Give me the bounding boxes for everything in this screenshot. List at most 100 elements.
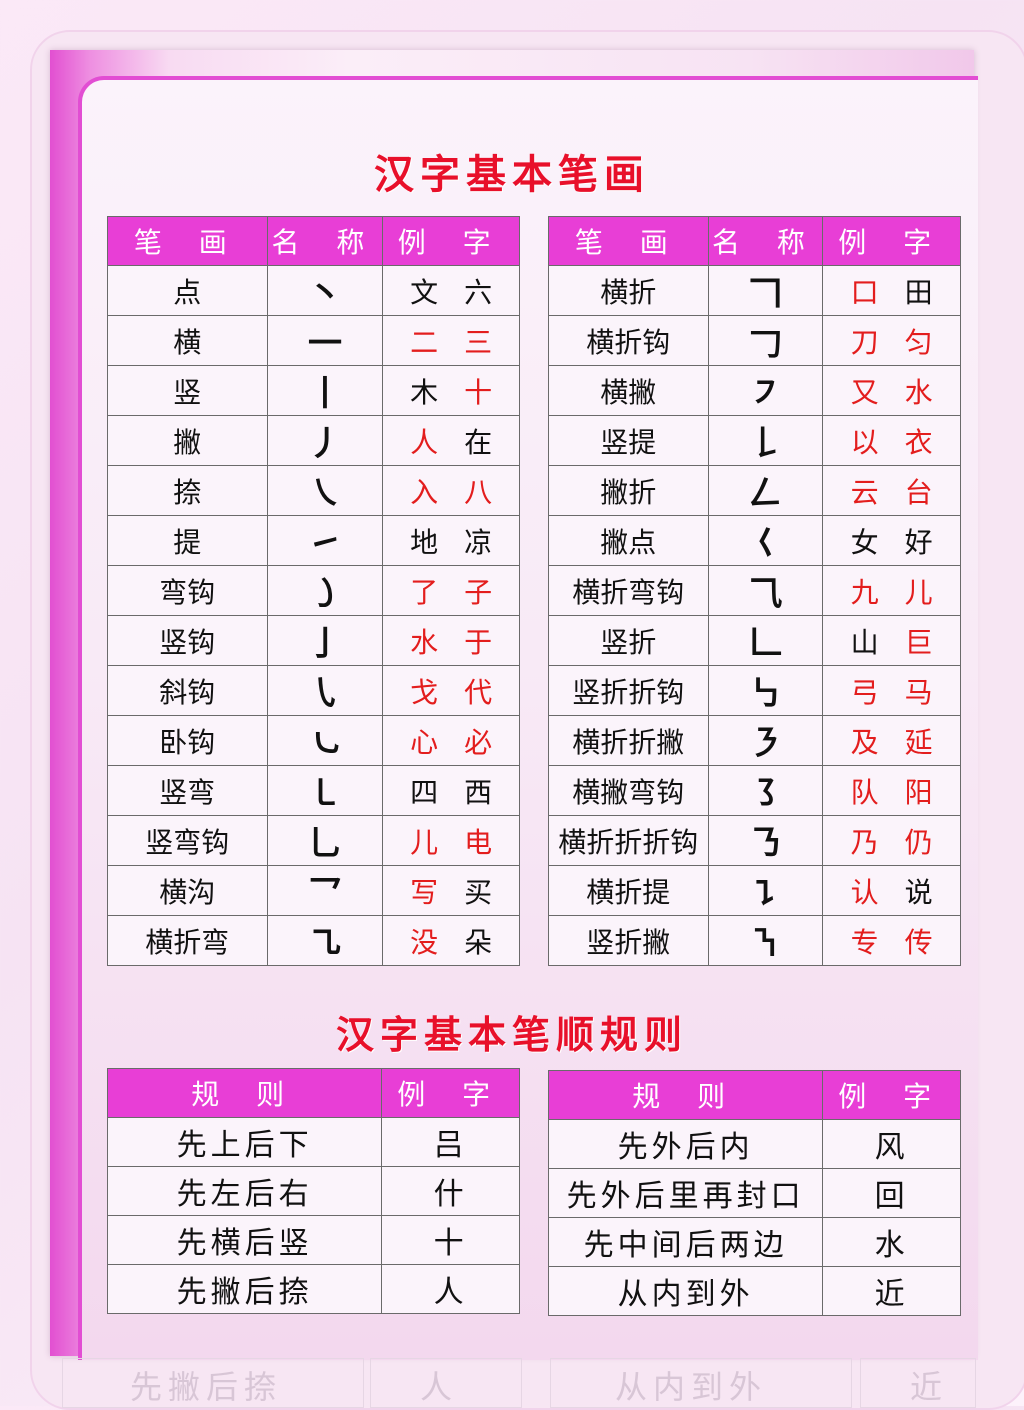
stroke-glyph: ㇂ (266, 665, 384, 716)
example-char: 朵 (464, 925, 493, 959)
example-char: 水 (410, 625, 439, 659)
example-char: 戈 (410, 675, 439, 709)
stroke-glyph: 丨 (266, 365, 384, 416)
stroke-examples: 地凉 (382, 515, 520, 566)
example-char: 及 (850, 725, 879, 759)
example-char: 凉 (464, 525, 493, 559)
table-row: 竖弯钩乚儿电 (107, 815, 520, 866)
example-char: 仍 (904, 825, 933, 859)
stroke-examples: 云台 (822, 465, 961, 516)
example-char: 木 (410, 375, 439, 409)
stroke-name: 竖折折钩 (548, 665, 709, 716)
stroke-name: 竖 (107, 365, 268, 416)
rule-text: 先横后竖 (106, 1215, 383, 1265)
stroke-name: 横撇 (548, 365, 709, 416)
stroke-examples: 山巨 (822, 615, 961, 666)
stroke-glyph: ㇈ (266, 915, 384, 966)
stroke-glyph: ㇡ (707, 815, 824, 866)
stroke-table-header: 笔 画 名 称 例 字 (548, 216, 961, 266)
stroke-examples: 二三 (382, 315, 520, 366)
stroke-glyph: 𠃋 (707, 465, 824, 516)
example-char: 阳 (904, 775, 933, 809)
stroke-table-header: 笔 画 名 称 例 字 (107, 216, 520, 266)
stroke-glyph: ㇌ (707, 765, 824, 816)
example-char: 专 (850, 925, 879, 959)
table-row: 横折弯钩⺄九儿 (548, 565, 961, 616)
table-row: 先上后下吕 (106, 1117, 520, 1167)
table-row: 撇点 𡿨 女好 (548, 515, 961, 566)
stroke-table-left: 笔 画 名 称 例 字 点丶文六横一二三竖丨木十撇丿人在捺㇏入八提㇀地凉弯钩㇁了… (107, 216, 520, 966)
stroke-examples: 入八 (382, 465, 520, 516)
stroke-examples: 乃仍 (822, 815, 961, 866)
header-name: 名 称 (266, 216, 384, 266)
rule-table-right: 规 则 例 字 先外后内风先外后里再封口回先中间后两边水从内到外近 (547, 1070, 961, 1316)
example-char: 二 (410, 325, 439, 359)
stroke-glyph: 𡿨 (707, 515, 824, 566)
table-row: 先撇后捺人 (106, 1264, 520, 1314)
rule-example: 十 (381, 1215, 520, 1265)
rule-text: 先外后里再封口 (547, 1168, 824, 1218)
stroke-name: 竖弯 (107, 765, 268, 816)
title-stroke-order-rules: 汉字基本笔顺规则 (335, 1013, 688, 1057)
stroke-name: 竖弯钩 (107, 815, 268, 866)
example-char: 云 (850, 475, 879, 509)
stroke-examples: 九儿 (822, 565, 961, 616)
table-row: 横一二三 (107, 315, 520, 366)
stroke-name: 横折折撇 (548, 715, 709, 766)
example-char: 认 (850, 875, 879, 909)
title-basic-strokes: 汉字基本笔画 (374, 152, 650, 198)
stroke-name: 横 (107, 315, 268, 366)
header-example: 例 字 (381, 1068, 520, 1118)
example-char: 三 (464, 325, 493, 359)
table-row: 横折提㇊认说 (548, 865, 961, 916)
stroke-glyph: ㇄ (266, 765, 384, 816)
header-stroke: 笔 画 (107, 216, 268, 266)
reflection-example-right: 近 (910, 1368, 949, 1406)
table-row: 弯钩㇁了子 (107, 565, 520, 616)
stroke-glyph: ㇊ (707, 865, 824, 916)
rule-example: 人 (381, 1264, 520, 1314)
table-row: 捺㇏入八 (107, 465, 520, 516)
example-char: 以 (850, 425, 879, 459)
reflection-example-left: 人 (420, 1368, 459, 1406)
rule-text: 先中间后两边 (547, 1217, 824, 1267)
example-char: 延 (904, 725, 933, 759)
stroke-examples: 没朵 (382, 915, 520, 966)
stroke-examples: 儿电 (382, 815, 520, 866)
stroke-name: 横折弯钩 (548, 565, 709, 616)
stroke-glyph: ㇇ (707, 365, 824, 416)
example-char: 乃 (850, 825, 879, 859)
example-char: 好 (904, 525, 933, 559)
stroke-name: 横折钩 (548, 315, 709, 366)
stroke-name: 竖折撇 (548, 915, 709, 966)
table-row: 竖提 𠄌 以衣 (548, 415, 961, 466)
example-char: 了 (410, 575, 439, 609)
rule-text: 先外后内 (547, 1119, 824, 1169)
stroke-glyph: 丿 (266, 415, 384, 466)
rule-rows: 先上后下吕先左后右什先横后竖十先撇后捺人 (106, 1117, 520, 1314)
stroke-name: 撇点 (548, 515, 709, 566)
example-char: 人 (410, 425, 439, 459)
stroke-examples: 认说 (822, 865, 961, 916)
example-char: 必 (464, 725, 493, 759)
example-char: 地 (410, 525, 439, 559)
table-row: 先外后内风 (547, 1119, 961, 1169)
rule-table-header: 规 则 例 字 (106, 1068, 520, 1118)
table-row: 竖折撇㇎专传 (548, 915, 961, 966)
example-char: 队 (850, 775, 879, 809)
stroke-examples: 刀匀 (822, 315, 961, 366)
rule-text: 先左后右 (106, 1166, 383, 1216)
stroke-name: 斜钩 (107, 665, 268, 716)
stroke-name: 提 (107, 515, 268, 566)
stroke-glyph: 𠃍 (707, 265, 824, 316)
stroke-glyph: 亅 (266, 615, 384, 666)
stroke-name: 竖折 (548, 615, 709, 666)
rule-text: 从内到外 (547, 1266, 824, 1316)
table-row: 从内到外近 (547, 1266, 961, 1316)
stroke-examples: 水于 (382, 615, 520, 666)
stroke-name: 弯钩 (107, 565, 268, 616)
example-char: 代 (464, 675, 493, 709)
header-stroke: 笔 画 (548, 216, 709, 266)
example-char: 刀 (850, 325, 879, 359)
stroke-glyph: ㇏ (266, 465, 384, 516)
